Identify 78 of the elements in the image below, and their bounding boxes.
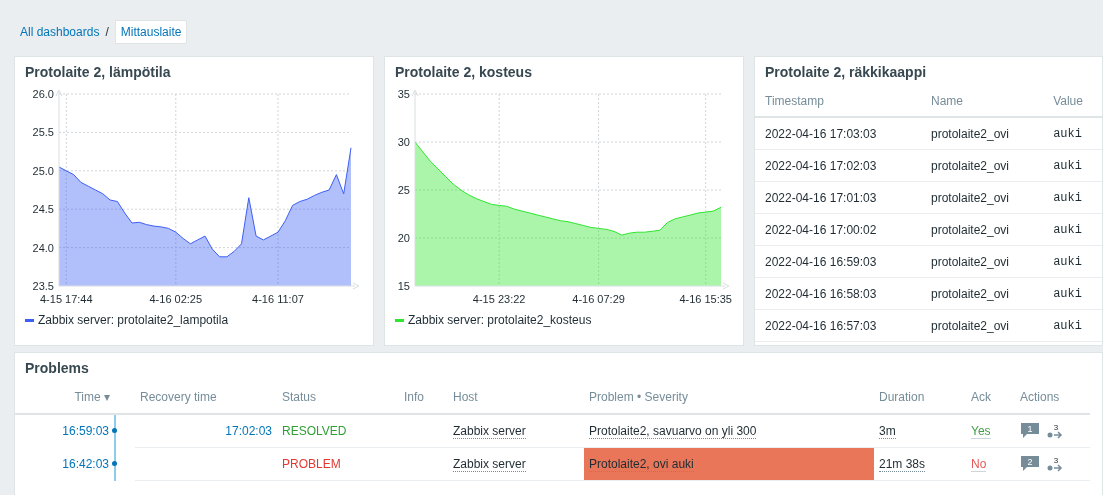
- axis-label: 25.0: [32, 164, 54, 177]
- table-cell: protolaite2_ovi: [921, 309, 1044, 342]
- time-link[interactable]: 17:02:03: [225, 424, 272, 438]
- message-count-icon[interactable]: 1: [1020, 422, 1040, 440]
- column-header: Ack: [966, 390, 1015, 414]
- table-cell: 2022-04-16 16:58:03: [755, 277, 921, 310]
- table-cell: protolaite2_ovi: [921, 149, 1044, 182]
- axis-label: 4-16 11:07: [252, 293, 304, 305]
- legend-swatch: [25, 318, 34, 322]
- table-cell: auki: [1043, 245, 1102, 278]
- axis-label: 4-16 15:35: [679, 293, 732, 305]
- axis-label: 20: [397, 232, 410, 244]
- table-cell: auki: [1043, 277, 1102, 310]
- breadcrumb-link[interactable]: Mittauslaite: [114, 20, 188, 44]
- axis-label: 25.5: [32, 126, 54, 139]
- axis-label: 4-15 23:22: [472, 293, 526, 305]
- axis-label: 24.5: [32, 203, 54, 216]
- table-cell: auki: [1043, 181, 1102, 214]
- column-header: Status: [277, 390, 399, 414]
- status-label: PROBLEM: [282, 457, 341, 471]
- table-cell: auki: [1043, 149, 1102, 182]
- axis-label: 4-16 07:29: [572, 293, 625, 305]
- table-cell: auki: [1043, 213, 1102, 246]
- column-header: Duration: [874, 390, 966, 414]
- table-cell: 2022-04-16 17:00:02: [755, 213, 921, 246]
- table-cell: protolaite2_ovi: [921, 277, 1044, 310]
- table-cell: protolaite2_ovi: [921, 245, 1044, 278]
- dot-icon: [112, 460, 117, 466]
- legend-swatch: [395, 318, 404, 322]
- column-header: Actions: [1015, 390, 1090, 414]
- table-cell: auki: [1043, 309, 1102, 342]
- column-header: Recovery time: [135, 390, 277, 414]
- table-cell: 2022-04-16 17:03:03: [755, 117, 921, 150]
- column-header: Value: [1043, 90, 1102, 117]
- ack-link[interactable]: No: [971, 457, 987, 472]
- legend-label: Zabbix server: protolaite2_kosteus: [408, 313, 592, 327]
- axis-label: 35: [397, 88, 410, 100]
- table-cell: 2022-04-16 17:01:03: [755, 181, 921, 214]
- separator: /: [105, 25, 109, 39]
- table-cell: 2022-04-16 16:59:03: [755, 245, 921, 278]
- column-header[interactable]: Time ▾: [15, 390, 115, 414]
- axis-label: 15: [397, 280, 410, 292]
- column-header: Problem • Severity: [584, 390, 874, 414]
- time-link[interactable]: 16:42:03: [62, 457, 109, 471]
- column-header: Name: [921, 90, 1044, 117]
- message-count-icon[interactable]: 2: [1020, 455, 1040, 473]
- axis-label: 25: [397, 184, 410, 196]
- table-cell: 2022-04-16 16:57:03: [755, 309, 921, 342]
- panel-title: Protolaite 2, kosteus: [395, 64, 532, 80]
- column-header: Timestamp: [755, 90, 921, 117]
- host-link[interactable]: Zabbix server: [453, 457, 526, 472]
- duration-link[interactable]: 3m: [879, 424, 896, 439]
- breadcrumb-link[interactable]: All dashboards: [14, 21, 100, 43]
- panel-title: Protolaite 2, lämpötila: [25, 64, 171, 80]
- dot-icon: [112, 428, 117, 433]
- column-header: Info: [399, 390, 448, 414]
- axis-label: 4-15 17:44: [40, 293, 93, 305]
- table-cell: 2022-04-16 17:02:03: [755, 149, 921, 182]
- panel-title: Problems: [25, 360, 90, 376]
- duration-link[interactable]: 21m 38s: [879, 457, 926, 472]
- axis-label: 4-16 02:25: [149, 293, 203, 305]
- axis-label: 24.0: [32, 241, 54, 254]
- panel-title: Protolaite 2, räkkikaappi: [765, 64, 928, 80]
- ack-link[interactable]: Yes: [971, 424, 991, 439]
- status-label: RESOLVED: [282, 424, 347, 438]
- table-cell: protolaite2_ovi: [921, 213, 1044, 246]
- table-cell: protolaite2_ovi: [921, 117, 1044, 150]
- column-header: Host: [448, 390, 584, 414]
- problem-link[interactable]: Protolaite2, ovi auki: [589, 457, 694, 472]
- table-cell: protolaite2_ovi: [921, 181, 1044, 214]
- time-link[interactable]: 16:59:03: [62, 424, 109, 439]
- axis-label: 30: [397, 136, 410, 148]
- axis-label: 23.5: [32, 280, 54, 292]
- problem-link[interactable]: Protolaite2, savuarvo on yli 300: [589, 424, 757, 439]
- axis-label: 26.0: [32, 88, 54, 100]
- legend-label: Zabbix server: protolaite2_lampotila: [38, 313, 229, 327]
- host-link[interactable]: Zabbix server: [453, 424, 526, 439]
- table-cell: auki: [1043, 117, 1102, 150]
